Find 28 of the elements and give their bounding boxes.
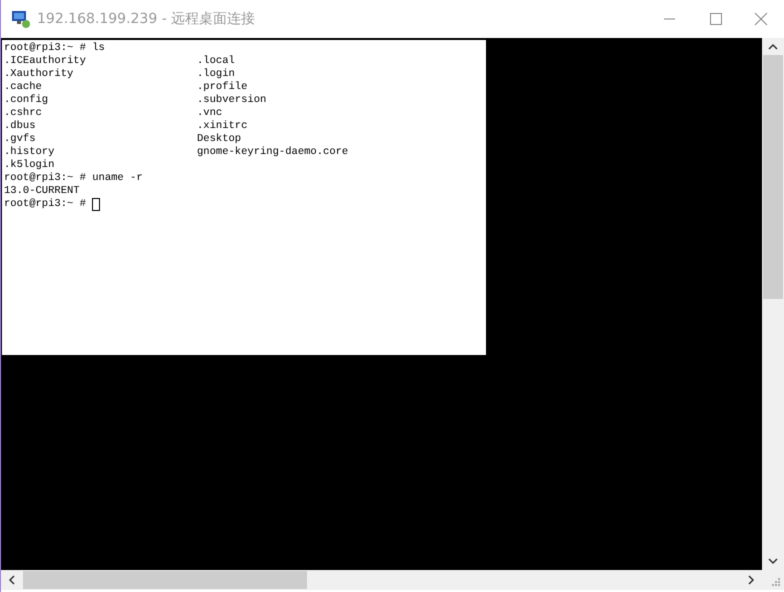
- file-name: Desktop: [197, 133, 242, 146]
- file-name: .config: [4, 94, 50, 107]
- terminal-prompt: root@rpi3:~ #: [4, 198, 86, 211]
- file-name: .ICEauthority: [4, 55, 87, 68]
- file-name: .local: [197, 55, 236, 68]
- scroll-thumb[interactable]: [23, 571, 307, 589]
- vertical-scrollbar[interactable]: [762, 38, 784, 570]
- file-name: .history: [4, 146, 56, 159]
- file-name: .profile: [197, 81, 248, 94]
- file-name: .dbus: [4, 120, 37, 133]
- cursor-icon: [92, 198, 100, 211]
- file-name: .xinitrc: [197, 120, 248, 133]
- file-name: .cshrc: [4, 107, 43, 120]
- scroll-thumb[interactable]: [763, 55, 783, 299]
- file-name: .login: [197, 68, 236, 81]
- file-name: .k5login: [4, 159, 56, 172]
- file-name: .gvfs: [4, 133, 37, 146]
- file-name: .cache: [4, 81, 43, 94]
- terminal-line: 13.0-CURRENT: [4, 185, 80, 198]
- terminal-line: root@rpi3:~ # uname -r: [4, 172, 143, 185]
- file-name: gnome-keyring-daemo.core: [197, 146, 350, 159]
- terminal-line: root@rpi3:~ # ls: [4, 42, 105, 55]
- file-name: .Xauthority: [4, 68, 74, 81]
- horizontal-scrollbar[interactable]: [1, 570, 762, 590]
- window-title: 192.168.199.239 - 远程桌面连接: [37, 10, 256, 28]
- file-name: .subversion: [197, 94, 268, 107]
- file-name: .vnc: [197, 107, 224, 120]
- monitor-icon: [11, 9, 31, 29]
